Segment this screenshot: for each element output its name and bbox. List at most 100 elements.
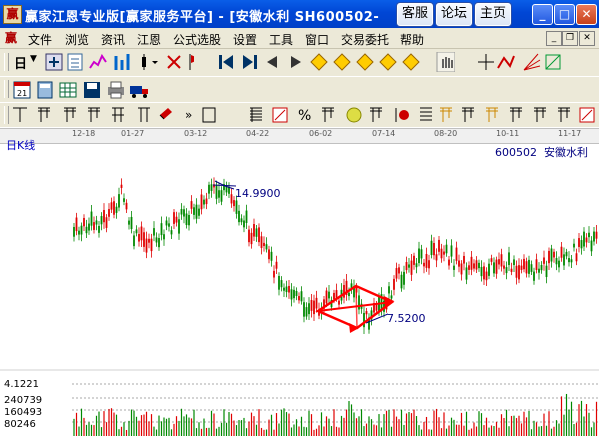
scroll-left-diamond-icon[interactable] [356,53,374,71]
hand-icon[interactable] [436,52,455,72]
candle-body [105,217,108,228]
menu-tools[interactable]: 工具 [269,31,293,48]
candle-body [565,251,568,257]
customer-service-button[interactable]: 客服 [397,3,433,26]
calculator-icon[interactable] [37,81,53,99]
candle-body [288,285,290,293]
prev-arrow-icon[interactable] [267,56,277,68]
candle-body [435,254,438,261]
chart-type-icon[interactable] [167,55,181,69]
candle-body [445,244,448,254]
menu-formula-screening[interactable]: 公式选股 [173,31,221,48]
gann-angle-icon[interactable] [370,107,382,122]
pen-icon[interactable] [138,107,150,122]
home-button[interactable]: 主页 [475,3,511,26]
print-icon[interactable] [108,81,124,99]
menu-help[interactable]: 帮助 [400,31,424,48]
last-page-icon[interactable] [243,55,257,69]
candle-body [558,260,560,268]
details-icon[interactable] [67,53,83,71]
coin-icon[interactable] [346,107,362,123]
crosshair-icon[interactable] [478,54,494,70]
truck-icon[interactable] [130,86,148,98]
chevron-down-icon[interactable]: ▼ [30,54,37,64]
candle-body [140,226,143,241]
mdi-restore-icon[interactable]: ❐ [562,31,578,46]
zoom-in-diamond-icon[interactable] [310,53,328,71]
candle-body [283,287,285,291]
save-icon[interactable] [84,82,100,98]
menu-file[interactable]: 文件 [28,31,52,48]
percent-chart-icon[interactable] [272,107,288,123]
gold-icon[interactable] [440,107,452,122]
kline-chart[interactable]: 14.9900 7.5200 4.1221 240739 160493 8024… [0,142,599,436]
move-diamond-icon[interactable] [402,53,420,71]
candle-body [280,280,283,288]
close-icon[interactable]: ✕ [576,4,597,25]
table-icon[interactable] [59,82,77,98]
minimize-icon[interactable]: _ [532,4,553,25]
gann-star-icon[interactable] [558,107,570,122]
gann-box-icon[interactable] [88,107,100,122]
candle-body [88,223,90,231]
candle-dropdown-icon[interactable] [142,54,158,70]
multi-period-icon[interactable] [89,53,107,69]
zoom-out-icon[interactable] [45,53,63,71]
calendar-icon[interactable]: 21 [13,81,31,99]
gann-square-icon[interactable] [545,54,561,70]
gann-grid-icon[interactable] [64,107,76,122]
indicator-icon[interactable] [114,54,130,70]
candle-body [555,258,558,265]
maximize-icon[interactable]: □ [554,4,575,25]
menu-settings[interactable]: 设置 [233,31,257,48]
mdi-close-icon[interactable]: ✕ [579,31,595,46]
candle-body [580,240,583,249]
candle-body [78,230,80,235]
chart-list-icon[interactable] [420,107,432,121]
candle-body [433,243,435,256]
menu-browse[interactable]: 浏览 [65,31,89,48]
mdi-minimize-icon[interactable]: _ [546,31,562,46]
rect-tool-icon[interactable] [202,107,216,123]
gann-cycle-icon[interactable] [510,107,522,122]
bullseye-icon[interactable] [395,108,409,122]
gann-wheel-icon[interactable] [462,107,474,122]
gann-square-9-icon[interactable] [322,107,334,122]
first-page-icon[interactable] [219,55,233,69]
next-arrow-icon[interactable] [291,56,301,68]
wave-icon[interactable] [579,107,595,123]
candle-body [505,267,508,274]
parallel-line-icon[interactable] [112,107,124,122]
menu-gann[interactable]: 江恩 [137,31,161,48]
candle-body [495,259,498,274]
gann-time-icon[interactable] [486,107,498,122]
menu-trade[interactable]: 交易委托 [341,31,389,48]
gann-fan-icon[interactable] [523,53,541,71]
candle-body [93,222,95,230]
list-icon[interactable] [250,107,262,122]
zoom-out-diamond-icon[interactable] [333,53,351,71]
line-tool-icon[interactable] [13,107,27,122]
candle-body [575,253,578,262]
candle-body [245,210,248,223]
menu-news[interactable]: 资讯 [101,31,125,48]
trend-line-icon[interactable] [497,55,515,69]
candle-body [328,291,330,299]
candle-body [128,220,130,225]
period-dropdown[interactable]: 日 [14,53,27,72]
flag-icon[interactable] [189,54,194,70]
candle-body [485,271,488,281]
menu-window[interactable]: 窗口 [305,31,329,48]
candle-body [563,254,565,266]
eraser-icon[interactable] [159,108,172,120]
forum-button[interactable]: 论坛 [436,3,472,26]
candle-body [123,198,125,202]
percent-icon[interactable]: % [298,108,311,124]
gann-circle-icon[interactable] [534,107,546,122]
scroll-right-diamond-icon[interactable] [379,53,397,71]
candle-body [168,223,170,227]
gann-line-icon[interactable] [38,107,50,122]
more-tools-icon[interactable]: » [185,108,192,122]
candle-body [273,270,275,278]
candle-body [175,216,178,223]
